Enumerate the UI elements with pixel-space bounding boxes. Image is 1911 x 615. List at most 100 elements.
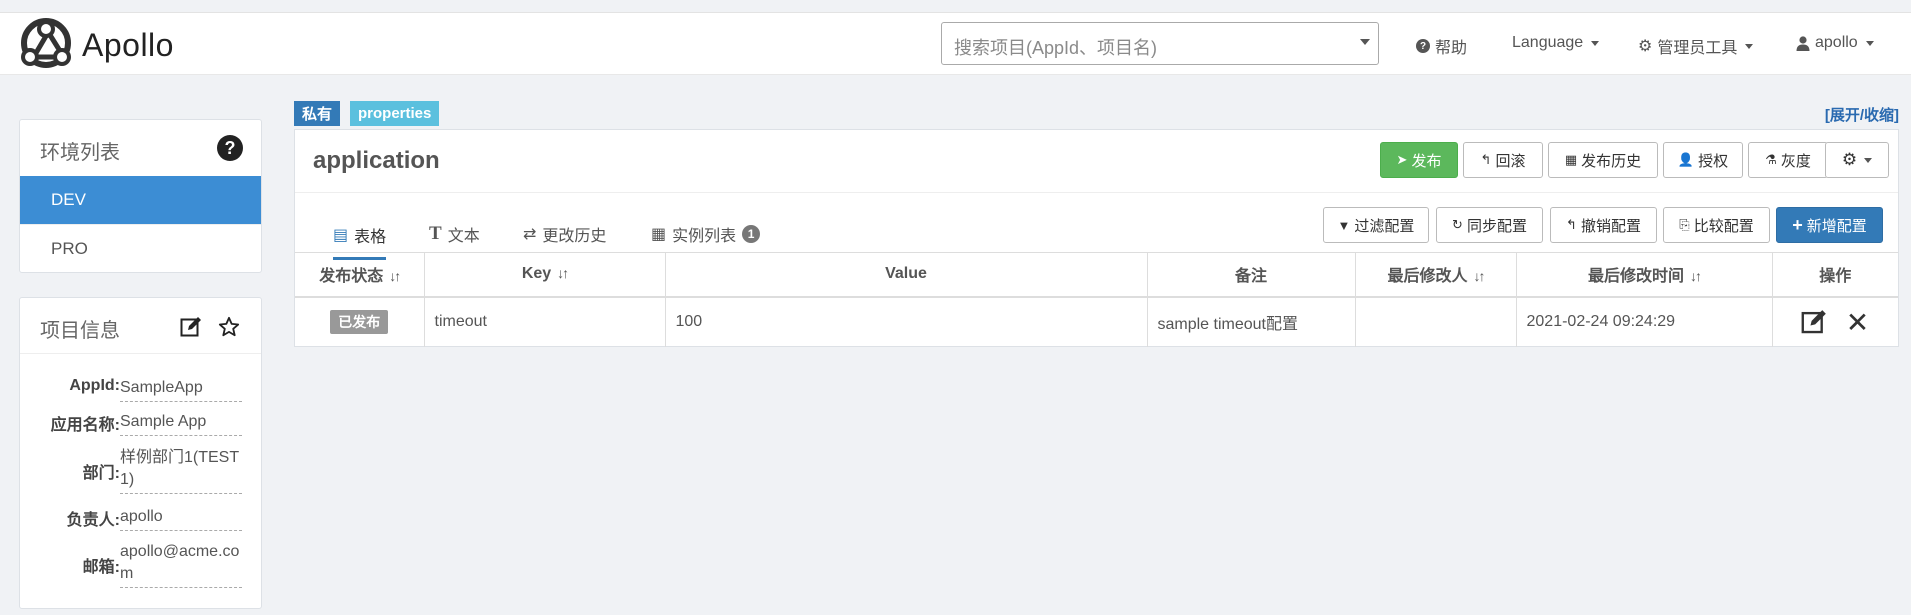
column-header-status[interactable]: 发布状态 ↓↑ [295, 252, 425, 298]
project-search-input[interactable]: 搜索项目(AppId、项目名) [941, 22, 1379, 65]
top-strip [0, 0, 1911, 13]
department-label: 部门: [82, 465, 120, 482]
tab-change-history[interactable]: ⇄ 更改历史 [523, 222, 606, 246]
logo[interactable]: Apollo [16, 17, 174, 73]
table-header-row: 发布状态 ↓↑ Key ↓↑ Value 备注 最后修改人 ↓↑ 最后修改时间 ↓↑ 操… [295, 252, 1898, 298]
admin-tools-dropdown[interactable]: ⚙ 管理员工具 [1638, 34, 1754, 58]
instance-count-badge: 1 [742, 225, 761, 243]
filter-icon: ▼ [1337, 217, 1351, 233]
help-link[interactable]: ? 帮助 [1416, 34, 1467, 58]
project-info-panel: 项目信息 AppId: SampleApp 应用名称: Sample App 部… [19, 297, 262, 609]
app-name-value: Sample App [120, 411, 242, 436]
revoke-config-button[interactable]: ↰ 撤销配置 [1550, 207, 1657, 243]
swap-icon: ⇄ [523, 226, 537, 243]
sort-icon: ↓↑ [1473, 268, 1486, 285]
gray-release-button[interactable]: ⚗ 灰度 [1748, 142, 1828, 178]
owner-label: 负责人: [66, 512, 120, 529]
header-label: 备注 [1234, 268, 1267, 286]
question-circle-icon: ? [1416, 39, 1430, 53]
add-config-label: 新增配置 [1806, 217, 1867, 235]
header-label: 操作 [1819, 268, 1852, 286]
sort-icon: ↓↑ [389, 268, 401, 285]
publish-history-label: 发布历史 [1581, 152, 1642, 170]
env-list-title: 环境列表 [40, 142, 120, 164]
operations-cell: ✕ [1772, 297, 1898, 347]
caret-down-icon [1745, 43, 1754, 49]
filter-config-label: 过滤配置 [1354, 217, 1415, 235]
brand-name: Apollo [82, 26, 174, 63]
expand-collapse-link[interactable]: [展开/收缩] [1825, 104, 1899, 125]
column-header-key[interactable]: Key ↓↑ [424, 252, 666, 298]
sync-config-button[interactable]: ↻ 同步配置 [1436, 207, 1543, 243]
header-label: Key [521, 265, 552, 283]
sync-config-label: 同步配置 [1466, 217, 1527, 235]
tab-text[interactable]: T 文本 [429, 222, 480, 246]
column-header-modifier[interactable]: 最后修改人 ↓↑ [1355, 252, 1517, 298]
header-label: Value [885, 265, 927, 283]
tab-label: 更改历史 [542, 228, 607, 245]
star-icon[interactable] [218, 316, 240, 338]
value-cell: 100 [665, 296, 1148, 347]
publish-history-button[interactable]: ▦ 发布历史 [1548, 142, 1658, 178]
filter-config-button[interactable]: ▼ 过滤配置 [1323, 207, 1429, 243]
table-icon: ▤ [333, 226, 349, 244]
caret-down-icon [1864, 157, 1873, 163]
modifier-cell [1355, 296, 1517, 347]
revoke-config-label: 撤销配置 [1580, 217, 1641, 235]
private-tag: 私有 [294, 101, 341, 126]
sort-icon: ↓↑ [557, 265, 569, 282]
comment-cell: sample timeout配置 [1147, 296, 1356, 347]
status-cell: 已发布 [295, 296, 425, 347]
compare-config-button[interactable]: ⎘ 比较配置 [1663, 207, 1770, 243]
rollback-button[interactable]: ↰ 回滚 [1463, 142, 1543, 178]
caret-down-icon [1591, 40, 1600, 46]
env-item-dev[interactable]: DEV [20, 176, 261, 224]
edit-icon[interactable] [180, 316, 202, 338]
rollback-label: 回滚 [1495, 152, 1526, 170]
tab-instances[interactable]: ▦ 实例列表 1 [651, 222, 761, 246]
env-item-label: PRO [51, 238, 88, 258]
table-row: 已发布 timeout 100 sample timeout配置 2021-02… [295, 296, 1898, 347]
column-header-comment: 备注 [1147, 252, 1356, 298]
settings-dropdown-button[interactable]: ⚙ [1825, 142, 1889, 178]
env-item-pro[interactable]: PRO [20, 224, 261, 272]
modified-time-cell: 2021-02-24 09:24:29 [1516, 296, 1773, 347]
caret-down-icon [1865, 40, 1874, 46]
add-config-button[interactable]: + 新增配置 [1776, 207, 1883, 243]
language-label: Language [1512, 34, 1584, 51]
plus-icon: + [1792, 214, 1803, 235]
publish-button[interactable]: ➤ 发布 [1380, 142, 1458, 178]
env-list-panel: 环境列表 ? DEV PRO [19, 119, 262, 273]
compare-config-label: 比较配置 [1693, 217, 1754, 235]
header-label: 最后修改人 [1387, 268, 1468, 286]
owner-value: apollo [120, 506, 242, 531]
user-dropdown[interactable]: apollo [1796, 34, 1874, 52]
email-value: apollo@acme.com [120, 541, 242, 588]
search-placeholder: 搜索项目(AppId、项目名) [954, 38, 1158, 58]
user-icon: 👤 [1677, 152, 1695, 167]
config-table: 发布状态 ↓↑ Key ↓↑ Value 备注 最后修改人 ↓↑ 最后修改时间 ↓↑ 操… [295, 252, 1898, 347]
navbar: Apollo 搜索项目(AppId、项目名) ? 帮助 Language ⚙ 管… [0, 13, 1911, 75]
tab-label: 文本 [447, 228, 480, 245]
copy-icon: ⎘ [1679, 217, 1690, 232]
authorize-label: 授权 [1698, 152, 1729, 170]
user-icon [1796, 35, 1810, 51]
edit-icon[interactable] [1801, 309, 1827, 335]
column-header-modified-time[interactable]: 最后修改时间 ↓↑ [1516, 252, 1773, 298]
question-circle-icon[interactable]: ? [217, 135, 243, 161]
header-label: 最后修改时间 [1587, 268, 1684, 286]
department-value: 样例部门1(TEST1) [120, 447, 242, 494]
language-dropdown[interactable]: Language [1512, 34, 1600, 52]
tab-label: 实例列表 [672, 228, 737, 245]
rollback-icon: ↰ [1480, 152, 1492, 167]
admin-tools-label: 管理员工具 [1657, 40, 1738, 57]
authorize-button[interactable]: 👤 授权 [1663, 142, 1743, 178]
delete-icon[interactable]: ✕ [1846, 307, 1869, 338]
column-header-value: Value [665, 252, 1148, 298]
list-icon: ▦ [651, 226, 667, 243]
sort-icon: ↓↑ [1690, 268, 1702, 285]
project-info-header: 项目信息 [20, 298, 261, 354]
help-label: 帮助 [1435, 40, 1468, 57]
gear-icon: ⚙ [1638, 38, 1653, 55]
appid-label: AppId: [69, 377, 120, 394]
